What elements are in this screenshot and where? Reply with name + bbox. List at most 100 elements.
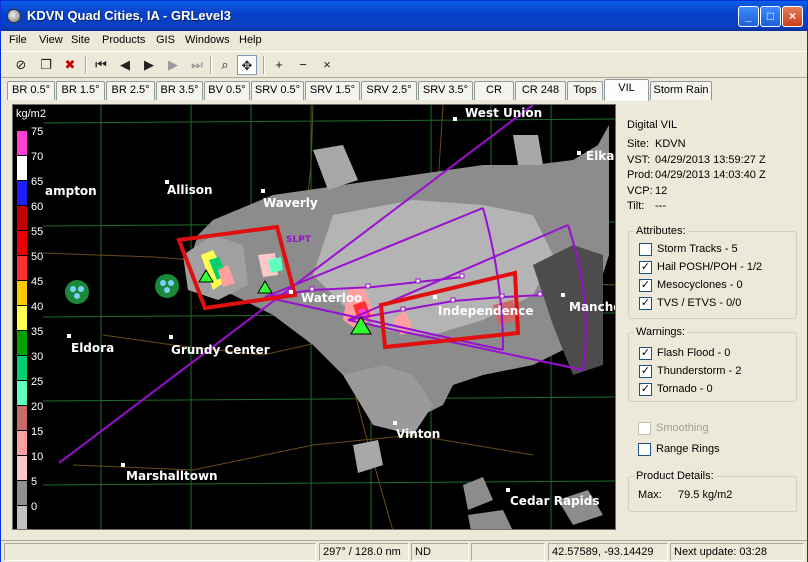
tab-storm-rain[interactable]: Storm Rain [650, 81, 712, 100]
prod-value: 04/29/2013 14:03:40 Z [655, 169, 766, 181]
tab-br-0-5[interactable]: BR 0.5° [7, 81, 55, 100]
city-label-hampton: ampton [45, 184, 97, 198]
legend-label: 5 [31, 476, 38, 488]
max-label: Max: [638, 489, 662, 501]
zoom-in-icon[interactable]: + [269, 55, 289, 75]
legend-label: 65 [31, 176, 44, 188]
product-name: Digital VIL [627, 119, 678, 131]
attributes-group: Attributes: Storm Tracks - 5 ✓ Hail POSH… [628, 225, 797, 319]
tab-br-3-5[interactable]: BR 3.5° [156, 81, 203, 100]
menu-file[interactable]: File [9, 34, 27, 46]
smoothing-checkbox[interactable] [638, 422, 651, 435]
step-forward-icon[interactable]: ▶ [163, 55, 183, 75]
hail-label: Hail POSH/POH - 1/2 [657, 261, 763, 273]
menu-products[interactable]: Products [102, 34, 145, 46]
vst-label: VST: [627, 154, 651, 166]
thunderstorm-checkbox[interactable]: ✓ [639, 365, 652, 378]
status-pane-empty [471, 543, 545, 561]
smoothing-label: Smoothing [656, 422, 709, 434]
radar-map[interactable]: kg/m2 75 70 65 60 55 50 45 40 35 30 25 20 15 10 5 0 Wes… [12, 104, 616, 530]
zoom-icon[interactable]: ⌕ [215, 55, 235, 75]
zoom-out-icon[interactable]: − [293, 55, 313, 75]
toolbar: ⊘ ❐ ✖ ⏮ ◀ ▶ ▶ ⏭ ⌕ ✥ + − × [1, 51, 807, 78]
status-pane-message [4, 543, 316, 561]
city-label-vinton: Vinton [396, 427, 441, 441]
clear-icon[interactable]: ⊘ [11, 55, 31, 75]
tilt-value: --- [655, 200, 666, 212]
city-label-manchester: Manches [569, 300, 615, 314]
menu-gis[interactable]: GIS [156, 34, 175, 46]
product-details-title: Product Details: [634, 470, 716, 482]
legend-label: 55 [31, 226, 44, 238]
tab-srv-3-5[interactable]: SRV 3.5° [418, 81, 473, 100]
tvs-checkbox[interactable]: ✓ [639, 297, 652, 310]
legend-label: 60 [31, 201, 44, 213]
menu-windows[interactable]: Windows [185, 34, 230, 46]
tab-br-2-5[interactable]: BR 2.5° [106, 81, 155, 100]
mesocyclones-label: Mesocyclones - 0 [657, 279, 743, 291]
city-dot [433, 295, 437, 299]
legend-swatch [17, 280, 27, 305]
tab-vil[interactable]: VIL [604, 79, 649, 101]
flash-flood-checkbox[interactable]: ✓ [639, 347, 652, 360]
tab-srv-2-5[interactable]: SRV 2.5° [361, 81, 417, 100]
storm-tracks-checkbox[interactable] [639, 243, 652, 256]
tab-srv-1-5[interactable]: SRV 1.5° [305, 81, 360, 100]
tab-br-1-5[interactable]: BR 1.5° [56, 81, 105, 100]
play-icon[interactable]: ▶ [139, 55, 159, 75]
toolbar-separator [85, 56, 87, 74]
flash-flood-label: Flash Flood - 0 [657, 347, 731, 359]
legend-swatch [17, 255, 27, 280]
legend-label: 50 [31, 251, 44, 263]
legend-label: 40 [31, 301, 44, 313]
spotter-icons [65, 274, 179, 304]
city-dot [169, 335, 173, 339]
menu-help[interactable]: Help [239, 34, 262, 46]
maximize-button[interactable]: □ [760, 6, 781, 27]
tab-bv-0-5[interactable]: BV 0.5° [204, 81, 250, 100]
window-title: KDVN Quad Cities, IA - GRLevel3 [27, 8, 231, 23]
minimize-button[interactable]: _ [738, 6, 759, 27]
legend-label: 15 [31, 426, 44, 438]
app-window: KDVN Quad Cities, IA - GRLevel3 _ □ × Fi… [0, 0, 808, 562]
mesocyclones-checkbox[interactable]: ✓ [639, 279, 652, 292]
stop-icon[interactable]: ✖ [60, 55, 80, 75]
step-back-icon[interactable]: ◀ [115, 55, 135, 75]
city-label-marshalltown: Marshalltown [126, 469, 218, 483]
hail-checkbox[interactable]: ✓ [639, 261, 652, 274]
skip-last-icon[interactable]: ⏭ [187, 55, 207, 75]
range-rings-checkbox[interactable] [638, 443, 651, 456]
product-details-group: Product Details: Max: 79.5 kg/m2 [628, 470, 797, 512]
city-dot [561, 293, 565, 297]
status-value: ND [411, 543, 469, 561]
menu-site[interactable]: Site [71, 34, 90, 46]
legend-swatch [17, 480, 27, 505]
skip-first-icon[interactable]: ⏮ [91, 55, 111, 75]
legend-swatch [17, 180, 27, 205]
pan-icon[interactable]: ✥ [237, 55, 257, 75]
tab-tops[interactable]: Tops [567, 81, 603, 100]
tornado-checkbox[interactable]: ✓ [639, 383, 652, 396]
legend-swatch [17, 330, 27, 355]
title-bar[interactable]: KDVN Quad Cities, IA - GRLevel3 _ □ × [1, 1, 807, 31]
legend-label: 0 [31, 501, 38, 513]
legend-swatch [17, 380, 27, 405]
city-label-allison: Allison [167, 183, 213, 197]
thunderstorm-label: Thunderstorm - 2 [657, 365, 742, 377]
city-label-grundy-center: Grundy Center [171, 343, 270, 357]
radar-echoes [183, 125, 609, 529]
legend-label: 30 [31, 351, 44, 363]
city-dot [577, 151, 581, 155]
copy-icon[interactable]: ❐ [36, 55, 56, 75]
tab-cr-248[interactable]: CR 248 [515, 81, 566, 100]
close-button[interactable]: × [782, 6, 803, 27]
menu-view[interactable]: View [39, 34, 63, 46]
legend-label: 70 [31, 151, 44, 163]
status-azimuth-range: 297° / 128.0 nm [319, 543, 409, 561]
vst-value: 04/29/2013 13:59:27 Z [655, 154, 766, 166]
prod-label: Prod: [627, 169, 654, 181]
zoom-reset-icon[interactable]: × [317, 55, 337, 75]
tab-srv-0-5[interactable]: SRV 0.5° [251, 81, 304, 100]
tab-cr[interactable]: CR [474, 81, 514, 100]
legend-label: 75 [31, 126, 44, 138]
